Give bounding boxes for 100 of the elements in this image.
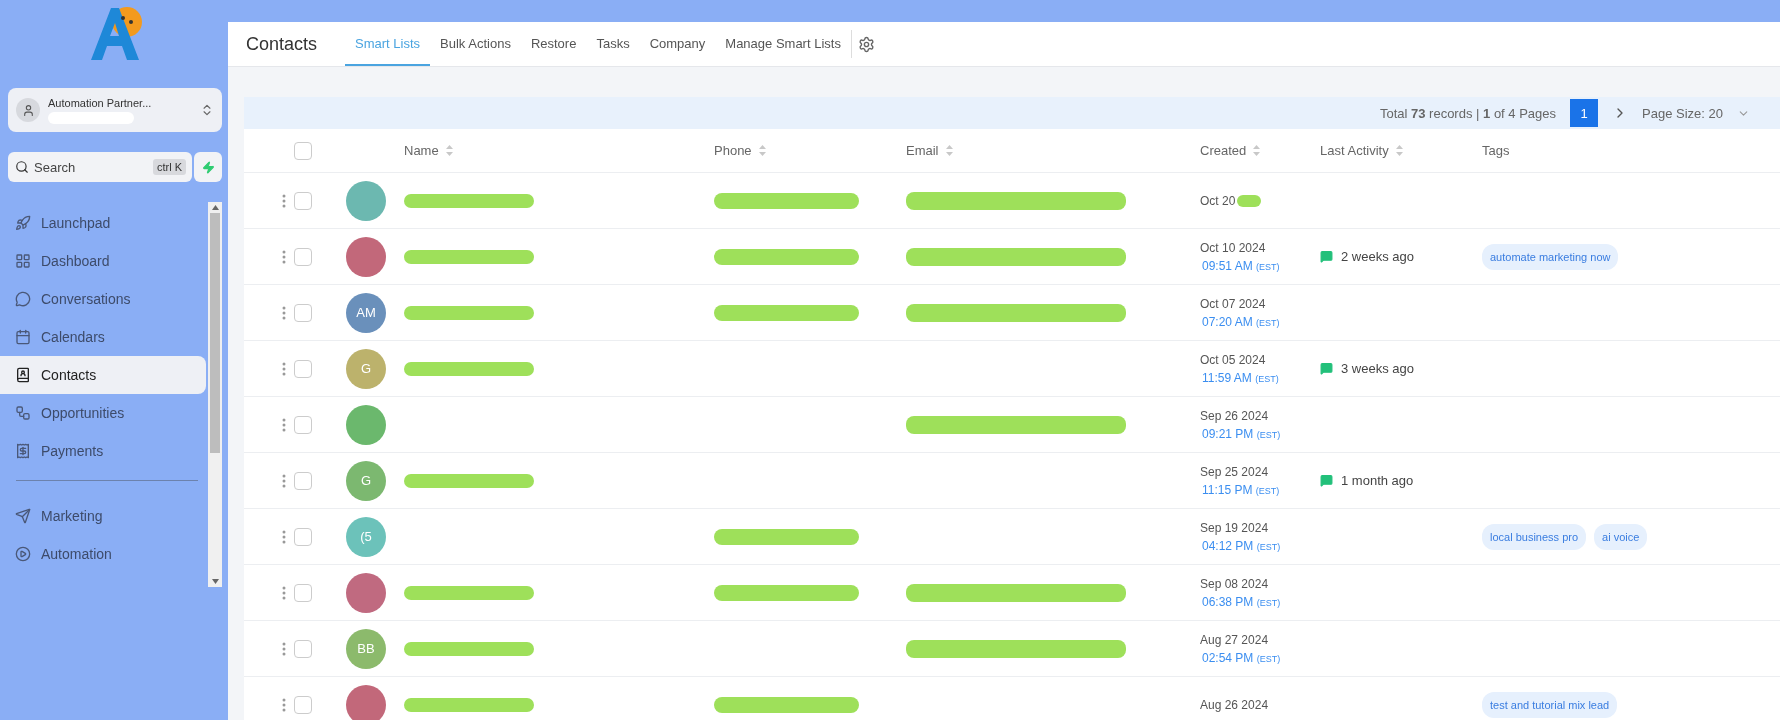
created-date: Oct 05 2024 xyxy=(1200,352,1267,367)
nav-item[interactable]: Contacts xyxy=(0,356,206,394)
created-date: Sep 26 2024 xyxy=(1200,408,1270,423)
page-button[interactable]: 1 xyxy=(1570,99,1599,127)
last-activity: 2 weeks ago xyxy=(1341,249,1414,264)
paper-plane-icon xyxy=(15,508,31,524)
chat-bubble-icon xyxy=(15,291,31,307)
checkbox[interactable] xyxy=(294,639,312,658)
message-icon xyxy=(1320,362,1333,375)
sort-icon[interactable] xyxy=(944,144,954,157)
column-header[interactable]: Tags xyxy=(1482,143,1780,158)
checkbox[interactable] xyxy=(294,303,312,322)
message-icon xyxy=(1320,250,1333,263)
sort-icon[interactable] xyxy=(757,144,767,157)
tag[interactable]: test and tutorial mix lead xyxy=(1482,691,1618,718)
address-book-icon xyxy=(15,367,31,383)
sort-icon[interactable] xyxy=(1252,144,1262,157)
nav-item[interactable]: Launchpad xyxy=(0,204,206,242)
drag-handle-icon[interactable] xyxy=(282,193,286,208)
created-date: Oct 07 2024 xyxy=(1200,296,1267,311)
drag-handle-icon[interactable] xyxy=(282,361,286,376)
nav-item[interactable]: Dashboard xyxy=(0,242,206,280)
scroll-down-icon[interactable] xyxy=(211,579,219,584)
created-time: 04:12 PM (EST) xyxy=(1201,538,1282,553)
avatar: G xyxy=(346,460,386,501)
nav-item[interactable]: Payments xyxy=(0,432,206,470)
nav-item[interactable]: Marketing xyxy=(0,497,206,535)
created-date: Aug 26 2024 xyxy=(1200,697,1270,712)
column-header[interactable]: Email xyxy=(906,143,1200,158)
created-time: 09:51 AM (EST) xyxy=(1201,258,1281,273)
created-time: 02:54 PM (EST) xyxy=(1201,650,1282,665)
created-date: Sep 19 2024 xyxy=(1200,520,1270,535)
message-icon xyxy=(1320,474,1333,487)
checkbox[interactable] xyxy=(294,191,312,210)
sort-icon[interactable] xyxy=(444,144,454,157)
drag-handle-icon[interactable] xyxy=(282,585,286,600)
lightning-icon xyxy=(201,160,215,174)
nav-item[interactable]: Conversations xyxy=(0,280,206,318)
account-switcher[interactable]: Automation Partner... xyxy=(8,88,222,132)
created-date: Oct 10 2024 xyxy=(1200,240,1267,255)
created-date: Aug 27 2024 xyxy=(1200,632,1270,647)
tab[interactable]: Tasks xyxy=(586,22,640,66)
avatar: (5 xyxy=(346,516,386,557)
search-icon xyxy=(15,160,29,174)
created-date: Sep 25 2024 xyxy=(1200,464,1270,479)
drag-handle-icon[interactable] xyxy=(282,417,286,432)
grid-icon xyxy=(15,253,31,269)
rocket-icon xyxy=(15,215,31,231)
column-header[interactable]: Phone xyxy=(714,143,906,158)
receipt-icon xyxy=(15,443,31,459)
tab[interactable]: Bulk Actions xyxy=(430,22,521,66)
tab[interactable]: Company xyxy=(639,22,716,66)
nav-item[interactable]: Automation xyxy=(0,535,206,573)
tab[interactable]: Restore xyxy=(520,22,587,66)
checkbox[interactable] xyxy=(294,359,312,378)
lightning-button[interactable] xyxy=(194,152,222,182)
created-date: Sep 08 2024 xyxy=(1200,576,1270,591)
column-header[interactable]: Last Activity xyxy=(1320,143,1482,158)
calendar-icon xyxy=(15,329,31,345)
page-title: Contacts xyxy=(246,33,318,55)
tag[interactable]: automate marketing now xyxy=(1482,243,1619,270)
drag-handle-icon[interactable] xyxy=(282,529,286,544)
created-time: 07:20 AM (EST) xyxy=(1201,314,1281,329)
account-name: Automation Partner... xyxy=(48,96,153,109)
records-summary: Total 73 records | 1 of 4 Pages xyxy=(1379,105,1557,121)
drag-handle-icon[interactable] xyxy=(282,249,286,264)
checkbox[interactable] xyxy=(294,415,312,434)
checkbox[interactable] xyxy=(294,527,312,546)
checkbox[interactable] xyxy=(294,583,312,602)
checkbox[interactable] xyxy=(294,471,312,490)
created-time: 06:38 PM (EST) xyxy=(1201,594,1282,609)
page-size-select[interactable]: Page Size: 20 xyxy=(1642,105,1750,121)
avatar: AM xyxy=(346,292,386,333)
nav-item[interactable]: Opportunities xyxy=(0,394,206,432)
drag-handle-icon[interactable] xyxy=(282,641,286,656)
sort-icon[interactable] xyxy=(1394,144,1404,157)
user-icon xyxy=(16,98,40,122)
shortcut-hint: ctrl K xyxy=(152,159,186,175)
last-activity: 1 month ago xyxy=(1341,473,1414,488)
tab[interactable]: Manage Smart Lists xyxy=(715,22,851,66)
created-time: 09:21 PM (EST) xyxy=(1201,426,1282,441)
drag-handle-icon[interactable] xyxy=(282,305,286,320)
tag[interactable]: local business pro xyxy=(1482,523,1587,550)
created-date: Oct 20 xyxy=(1200,193,1320,208)
avatar: BB xyxy=(346,628,386,669)
checkbox[interactable] xyxy=(294,247,312,266)
created-time: 11:59 AM (EST) xyxy=(1201,370,1280,385)
column-header[interactable]: Created xyxy=(1200,143,1320,158)
column-header[interactable]: Name xyxy=(404,143,714,158)
drag-handle-icon[interactable] xyxy=(282,473,286,488)
tag[interactable]: ai voice xyxy=(1594,523,1648,550)
scrollbar[interactable] xyxy=(208,202,222,587)
created-time: 11:15 PM (EST) xyxy=(1201,482,1281,497)
checkbox[interactable] xyxy=(294,141,312,160)
nav-item[interactable]: Calendars xyxy=(0,318,206,356)
avatar: G xyxy=(346,348,386,389)
scroll-up-icon[interactable] xyxy=(211,205,219,210)
pipeline-icon xyxy=(15,405,31,421)
checkbox[interactable] xyxy=(294,695,312,714)
drag-handle-icon[interactable] xyxy=(282,697,286,712)
